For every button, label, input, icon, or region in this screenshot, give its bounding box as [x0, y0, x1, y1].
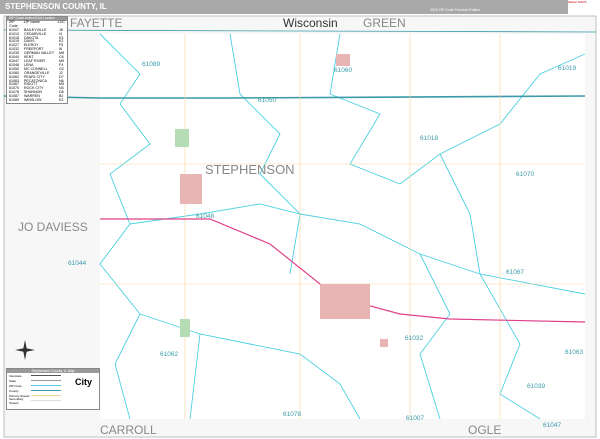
zip-label: 61089: [142, 61, 160, 68]
brand-logo: Market MAPS: [568, 0, 600, 14]
neighbor-label: CARROLL: [100, 423, 157, 437]
zip-label: 61050: [258, 97, 276, 104]
zip-label: 61063: [565, 349, 583, 356]
zip-label: 61062: [160, 351, 178, 358]
neighbor-label: OGLE: [468, 423, 501, 437]
neighbor-label: GREEN: [363, 16, 406, 30]
edition-label: 2020 ZIP Code Premium Edition: [430, 8, 481, 12]
zip-label: 61044: [68, 260, 86, 267]
zip-label: 61070: [516, 171, 534, 178]
header-bar: STEPHENSON COUNTY, IL 2020 ZIP Code Prem…: [0, 0, 600, 14]
county-label: STEPHENSON: [205, 162, 295, 177]
neighbor-label: Wisconsin: [283, 16, 338, 30]
zip-label: 61048: [196, 213, 214, 220]
zip-label: 61007: [406, 415, 424, 422]
neighbor-label: JO DAVIESS: [18, 220, 88, 234]
zip-label: 61047: [543, 422, 561, 429]
legend-city-label: City: [75, 377, 93, 387]
zip-label: 61018: [420, 135, 438, 142]
zip-table-row: 61089 WINSLOW E2: [9, 98, 64, 103]
zip-label: 61060: [334, 67, 352, 74]
zip-label: 61078: [283, 411, 301, 418]
map-title: STEPHENSON COUNTY, IL: [5, 2, 107, 11]
zip-label: 61067: [506, 269, 524, 276]
zip-label: 61039: [527, 383, 545, 390]
zip-label: 61019: [558, 65, 576, 72]
legend-item: Secondary Streets: [7, 397, 99, 405]
zip-label: 61032: [405, 335, 423, 342]
map-legend: Stephenson County, IL Map Interstate Stat…: [6, 368, 100, 410]
zip-index-table: ZIP Code Index/Grid Locator ZIP Code ZIP …: [6, 16, 68, 104]
neighbor-label: FAYETTE: [70, 16, 122, 30]
